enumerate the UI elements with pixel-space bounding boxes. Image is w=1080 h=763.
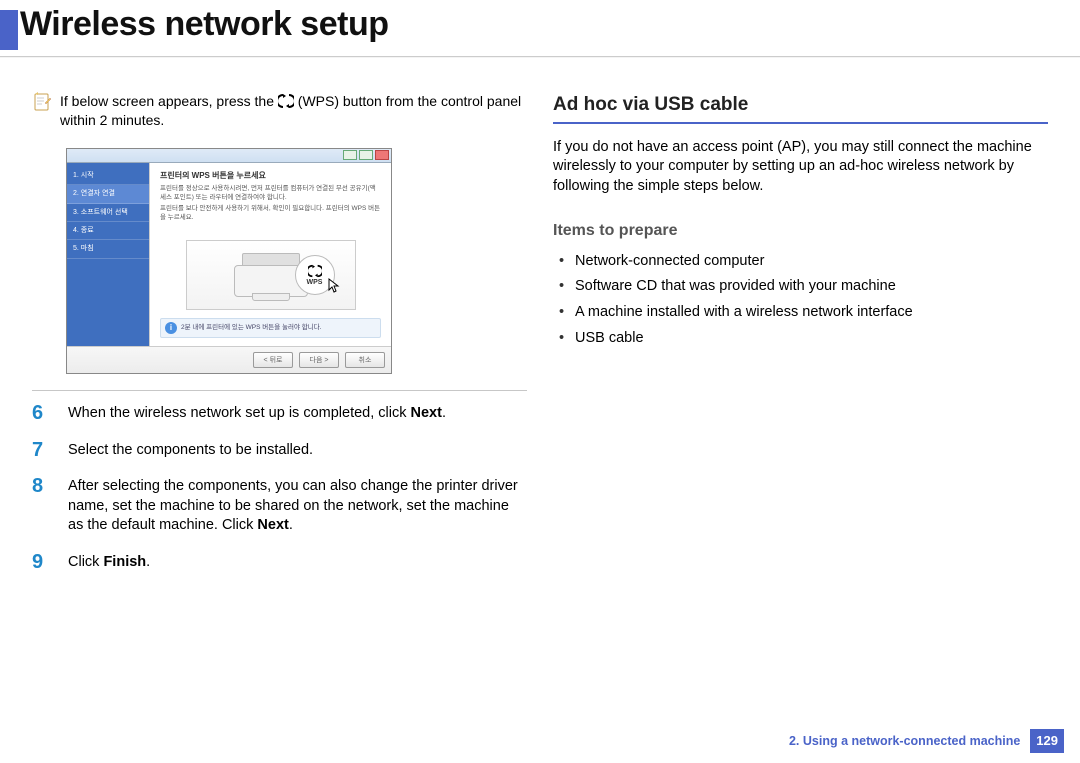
step-bold: Finish <box>103 554 146 570</box>
sidebar-step-2: 2. 연결자 연결 <box>67 185 149 203</box>
step-7: 7 Select the components to be installed. <box>32 440 527 461</box>
sidebar-step-5: 5. 마침 <box>67 240 149 258</box>
info-text: 2분 내에 프린터에 있는 WPS 버튼을 눌러야 합니다. <box>181 324 322 333</box>
wizard-main: 프린터의 WPS 버튼을 누르세요 프린터를 정상으로 사용하시려면, 먼저 프… <box>149 163 391 347</box>
left-column: If below screen appears, press the (WPS)… <box>32 92 527 589</box>
info-bar: i 2분 내에 프린터에 있는 WPS 버튼을 눌러야 합니다. <box>160 318 381 338</box>
step-pre: Select the components to be installed. <box>68 442 313 458</box>
step-pre: After selecting the components, you can … <box>68 478 518 533</box>
wizard-text-2: 프린터를 보다 안전하게 사용하기 위해서, 확인이 필요합니다. 프린터의 W… <box>160 205 381 222</box>
step-text: Select the components to be installed. <box>68 440 313 461</box>
sidebar-step-1: 1. 시작 <box>67 167 149 185</box>
section-paragraph: If you do not have an access point (AP),… <box>553 138 1048 197</box>
note-icon <box>32 92 52 112</box>
list-item: A machine installed with a wireless netw… <box>559 303 1048 323</box>
minimize-icon <box>343 150 357 160</box>
step-text: When the wireless network set up is comp… <box>68 403 446 424</box>
wps-badge-label: WPS <box>307 278 323 287</box>
step-number: 6 <box>32 403 56 424</box>
items-list: Network-connected computer Software CD t… <box>553 252 1048 348</box>
step-pre: When the wireless network set up is comp… <box>68 405 411 421</box>
sidebar-step-3: 3. 소프트웨어 선택 <box>67 204 149 222</box>
note-block: If below screen appears, press the (WPS)… <box>32 92 527 140</box>
list-item: Software CD that was provided with your … <box>559 277 1048 297</box>
step-number: 8 <box>32 476 56 536</box>
page-header: Wireless network setup <box>0 0 1080 50</box>
sidebar-step-4: 4. 종료 <box>67 222 149 240</box>
note-text: If below screen appears, press the (WPS)… <box>60 92 527 130</box>
cursor-icon <box>327 277 343 300</box>
back-button: < 뒤로 <box>253 352 293 368</box>
step-pre: Click <box>68 554 103 570</box>
step-post: . <box>442 405 446 421</box>
page-number: 129 <box>1030 729 1064 753</box>
right-column: Ad hoc via USB cable If you do not have … <box>553 92 1048 589</box>
printer-illustration: WPS <box>186 240 356 310</box>
list-item: Network-connected computer <box>559 252 1048 272</box>
step-number: 9 <box>32 552 56 573</box>
step-post: . <box>289 517 293 533</box>
page-footer: 2. Using a network-connected machine 129 <box>789 729 1064 753</box>
header-accent <box>0 10 18 50</box>
step-6: 6 When the wireless network set up is co… <box>32 403 527 424</box>
wizard-text-1: 프린터를 정상으로 사용하시려면, 먼저 프린터를 컴퓨터가 연결된 무선 공유… <box>160 185 381 202</box>
step-bold: Next <box>257 517 288 533</box>
wizard-screenshot: 1. 시작 2. 연결자 연결 3. 소프트웨어 선택 4. 종료 5. 마침 … <box>66 148 392 375</box>
wizard-footer: < 뒤로 다음 > 취소 <box>67 346 391 373</box>
step-9: 9 Click Finish. <box>32 552 527 573</box>
wizard-sidebar: 1. 시작 2. 연결자 연결 3. 소프트웨어 선택 4. 종료 5. 마침 <box>67 163 149 347</box>
footer-chapter: 2. Using a network-connected machine <box>789 733 1020 750</box>
step-number: 7 <box>32 440 56 461</box>
note-pre: If below screen appears, press the <box>60 93 278 109</box>
step-bold: Next <box>411 405 442 421</box>
section-heading: Ad hoc via USB cable <box>553 92 1048 118</box>
subsection-heading: Items to prepare <box>553 220 1048 242</box>
divider <box>32 390 527 391</box>
step-post: . <box>146 554 150 570</box>
close-icon <box>375 150 389 160</box>
list-item: USB cable <box>559 329 1048 349</box>
step-8: 8 After selecting the components, you ca… <box>32 476 527 536</box>
wizard-heading: 프린터의 WPS 버튼을 누르세요 <box>160 171 381 182</box>
next-button: 다음 > <box>299 352 339 368</box>
step-text: Click Finish. <box>68 552 150 573</box>
page-title: Wireless network setup <box>20 2 388 50</box>
step-text: After selecting the components, you can … <box>68 476 527 536</box>
maximize-icon <box>359 150 373 160</box>
cancel-button: 취소 <box>345 352 385 368</box>
window-titlebar <box>67 149 391 163</box>
info-icon: i <box>165 322 177 334</box>
heading-rule <box>553 122 1048 124</box>
wps-icon <box>278 93 294 109</box>
